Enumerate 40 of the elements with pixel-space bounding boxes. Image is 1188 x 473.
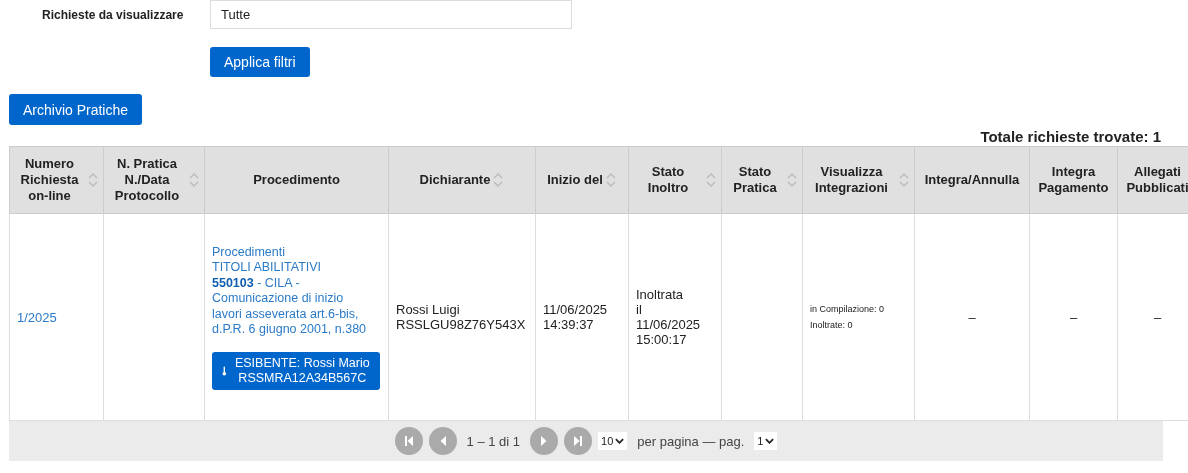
column-header[interactable]: Visualizza Integrazioni [802,146,915,214]
request-link[interactable]: 1/2025 [17,309,57,325]
sort-icon [188,171,200,189]
column-header[interactable]: N. Pratica N./Data Protocollo [103,146,205,214]
requests-select[interactable]: Tutte [210,0,572,29]
table-cell: in Compilazione: 0 Inoltrate: 0 [802,213,915,421]
table-cell: – [1029,213,1118,421]
table-cell: 11/06/2025 14:39:37 [535,213,629,421]
skip-forward-icon [572,435,585,447]
column-header: Integra/Annulla [914,146,1030,214]
sort-icon [898,171,910,189]
page-select[interactable]: 1 [754,432,778,450]
column-header[interactable]: Numero Richiesta on-line [9,146,104,214]
sort-icon [705,171,717,189]
applicant-button[interactable]: ESIBENTE: Rossi Mario RSSMRA12A34B567C [212,351,380,390]
procedure-link[interactable]: Procedimenti TITOLI ABILITATIVI 550103 - CILA - Comunicazione di inizio lavori asseverata art.6-bis, d.P.R. 6 giugno 2001, n.380 [212,244,381,338]
table-cell: Rossi Luigi RSSLGU98Z76Y543X [388,213,536,421]
sort-icon [492,171,505,189]
column-header[interactable]: Stato Pratica [721,146,803,214]
column-header: Allegati Pubblicati [1117,146,1188,214]
column-header[interactable]: Inizio del [535,146,629,214]
column-header: Integra Pagamento [1029,146,1118,214]
skip-back-icon [402,435,415,447]
table-cell: – [914,213,1030,421]
column-header: Procedimento [204,146,389,214]
per-page-select[interactable]: 10 [598,432,628,450]
sort-icon [604,171,617,189]
per-page-label: per pagina — pag. [637,433,745,449]
page-range: 1 – 1 di 1 [466,433,521,449]
caret-icon [615,438,625,444]
archive-button[interactable]: Archivio Pratiche [9,94,143,125]
sort-icon [786,171,798,189]
column-header[interactable]: Stato Inoltro [628,146,722,214]
total-count: Totale richieste trovate: 1 [979,128,1162,146]
sort-icon [87,171,99,189]
table-cell: Inoltrata il 11/06/2025 15:00:17 [628,213,722,421]
column-header[interactable]: Dichiarante [388,146,536,214]
apply-filters-button[interactable]: Applica filtri [210,47,310,77]
caret-icon [765,438,775,444]
filter-label: Richieste da visualizzare [41,7,185,22]
